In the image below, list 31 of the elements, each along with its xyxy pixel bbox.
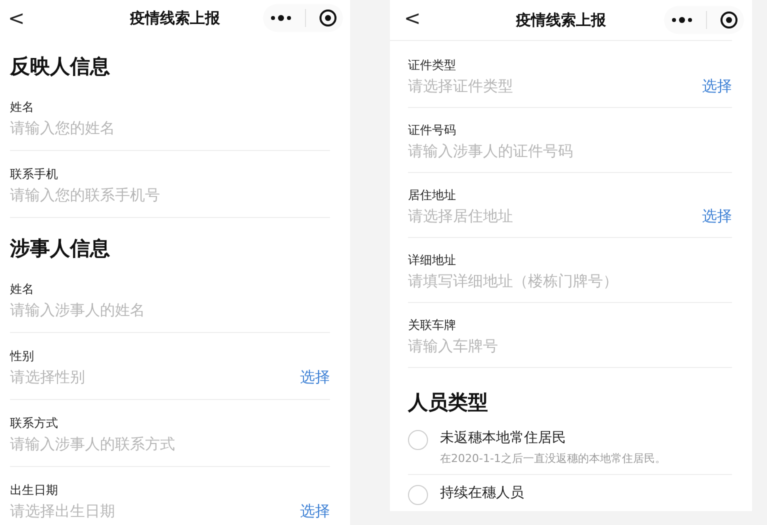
field-label: 联系手机 bbox=[10, 166, 59, 182]
section-heading: 涉事人信息 bbox=[10, 235, 111, 262]
more-icon[interactable] bbox=[670, 16, 692, 24]
field-label: 姓名 bbox=[10, 281, 35, 297]
field-label: 联系方式 bbox=[10, 415, 59, 431]
field-label: 关联车牌 bbox=[408, 317, 457, 333]
back-button[interactable]: < bbox=[4, 6, 29, 30]
more-icon[interactable] bbox=[270, 14, 292, 22]
field-label: 证件号码 bbox=[408, 122, 457, 138]
select-link[interactable]: 选择 bbox=[300, 502, 330, 520]
field-label: 性别 bbox=[10, 348, 35, 364]
select-link[interactable]: 选择 bbox=[702, 76, 732, 96]
close-target-icon[interactable] bbox=[720, 11, 738, 29]
field-label: 证件类型 bbox=[408, 57, 457, 73]
close-target-icon[interactable] bbox=[318, 9, 336, 27]
select-link[interactable]: 选择 bbox=[300, 368, 330, 386]
field-label: 居住地址 bbox=[408, 187, 457, 203]
field-label: 详细地址 bbox=[408, 252, 457, 268]
page-title: 疫情线索上报 bbox=[516, 10, 606, 30]
section-heading: 反映人信息 bbox=[10, 53, 111, 80]
field-label: 出生日期 bbox=[10, 482, 59, 498]
section-heading: 人员类型 bbox=[408, 389, 489, 416]
option-label: 未返穗本地常住居民 bbox=[440, 429, 567, 448]
page-title: 疫情线索上报 bbox=[130, 8, 220, 28]
select-link[interactable]: 选择 bbox=[702, 206, 732, 226]
radio-button[interactable] bbox=[408, 430, 428, 450]
field-label: 姓名 bbox=[10, 99, 35, 115]
back-button[interactable]: < bbox=[400, 6, 425, 30]
radio-button[interactable] bbox=[408, 485, 428, 505]
option-note: 在2020-1-1之后一直没返穗的本地常住居民。 bbox=[440, 451, 666, 466]
option-label: 持续在穗人员 bbox=[440, 484, 524, 503]
